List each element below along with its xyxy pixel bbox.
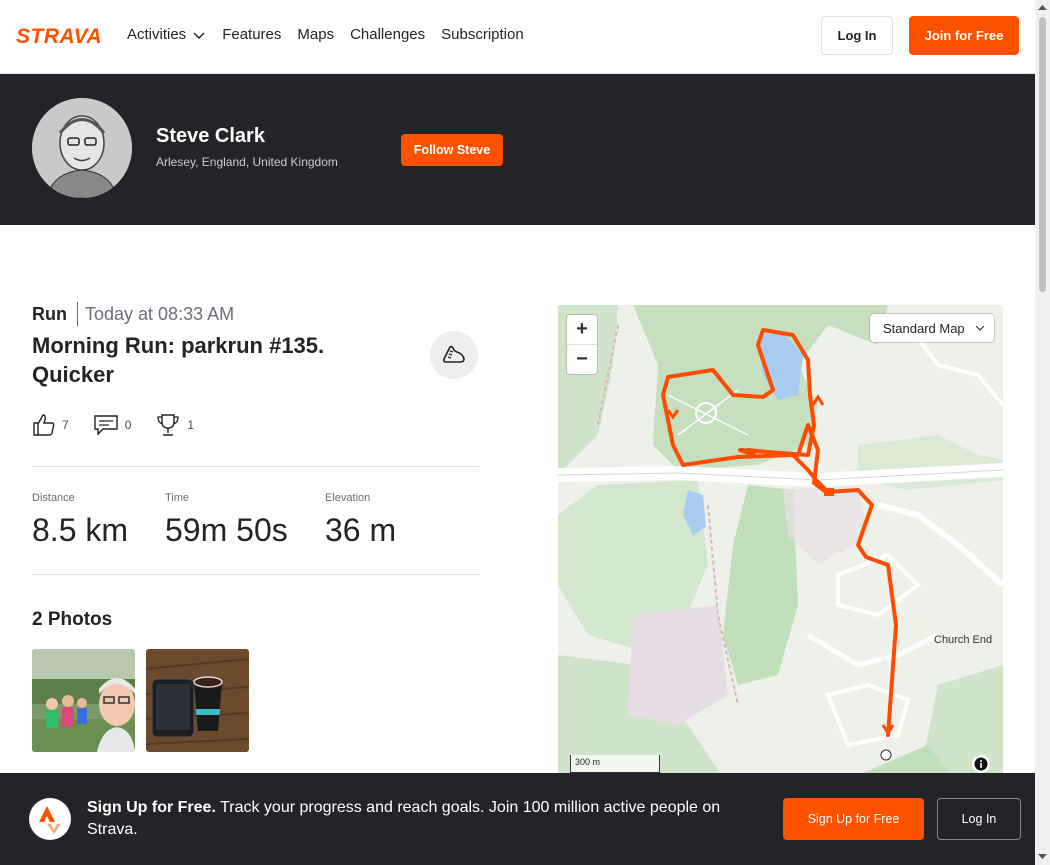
zoom-out-button[interactable]: − <box>567 345 597 374</box>
follow-button[interactable]: Follow Steve <box>401 134 503 166</box>
thumbs-up-icon <box>33 414 55 436</box>
stat-distance: Distance 8.5 km <box>32 492 128 549</box>
comment-count: 0 <box>124 418 132 432</box>
scrollbar[interactable] <box>1035 0 1050 865</box>
nav-item-label: Challenges <box>350 26 426 43</box>
avatar[interactable] <box>32 98 132 198</box>
login-button[interactable]: Log In <box>821 16 893 55</box>
signup-banner: Sign Up for Free. Track your progress an… <box>0 773 1035 865</box>
top-navigation: STRAVA Activities Features Maps Challeng… <box>0 0 1035 74</box>
nav-item-label: Features <box>222 26 282 43</box>
activity-time: Today at 08:33 AM <box>85 303 235 324</box>
activity-title: Morning Run: parkrun #135. Quicker <box>32 333 325 387</box>
athlete-location: Arlesey, England, United Kingdom <box>156 155 338 169</box>
map-canvas[interactable] <box>558 305 1003 785</box>
stat-label: Distance <box>32 492 75 504</box>
info-icon <box>974 757 988 771</box>
shoe-button[interactable] <box>430 331 478 379</box>
shoe-icon <box>442 345 465 363</box>
athlete-name[interactable]: Steve Clark <box>156 125 265 148</box>
photo-thumbnail[interactable] <box>32 649 135 752</box>
trophy-icon <box>157 414 180 436</box>
activity-meta: Run Today at 08:33 AM <box>32 302 234 326</box>
stat-label: Elevation <box>325 492 371 504</box>
zoom-control: + − <box>567 315 597 374</box>
nav-item-challenges[interactable]: Challenges <box>350 26 425 43</box>
signup-button[interactable]: Sign Up for Free <box>783 798 924 840</box>
divider <box>77 302 78 326</box>
nav-item-subscription[interactable]: Subscription <box>441 26 524 43</box>
divider <box>32 466 479 467</box>
comment-icon <box>93 415 118 436</box>
banner-headline: Sign Up for Free. <box>87 799 216 816</box>
social-stats: 7 0 1 <box>32 412 194 438</box>
divider <box>32 574 479 575</box>
comments[interactable]: 0 <box>93 413 132 437</box>
strava-logo-icon <box>29 798 71 840</box>
photo-thumbnail[interactable] <box>146 649 249 752</box>
chevron-down-icon <box>193 32 205 39</box>
nav-item-features[interactable]: Features <box>222 26 281 43</box>
stat-elevation: Elevation 36 m <box>325 492 396 549</box>
zoom-in-button[interactable]: + <box>567 315 597 344</box>
scroll-down-icon[interactable] <box>1038 853 1047 860</box>
banner-message: Sign Up for Free. Track your progress an… <box>87 797 757 841</box>
map-style-label: Standard Map <box>883 320 965 336</box>
achievements[interactable]: 1 <box>155 412 194 438</box>
nav-item-label: Maps <box>297 26 335 43</box>
photos-heading: 2 Photos <box>32 609 113 630</box>
banner-login-button[interactable]: Log In <box>937 798 1021 840</box>
stat-value: 36 m <box>325 512 397 548</box>
nav-menu: Activities Features Maps Challenges Subs… <box>127 26 524 43</box>
nav-item-label: Activities <box>127 26 187 43</box>
nav-item-label: Subscription <box>441 26 524 43</box>
stat-value: 59m 50s <box>165 512 288 548</box>
place-label: Church End <box>934 634 993 646</box>
sport-type: Run <box>32 303 67 324</box>
nav-item-activities[interactable]: Activities <box>127 26 206 43</box>
map-scale: 300 m <box>570 755 660 773</box>
athlete-header: Steve Clark Arlesey, England, United Kin… <box>0 74 1035 225</box>
route-map[interactable]: + − Standard Map Church End 300 m <box>558 305 1003 785</box>
nav-item-maps[interactable]: Maps <box>297 26 334 43</box>
chevron-down-icon <box>975 325 985 331</box>
strava-logo[interactable]: STRAVA <box>16 25 111 50</box>
stat-time: Time 59m 50s <box>165 492 288 549</box>
map-info-button[interactable] <box>972 755 990 773</box>
stat-label: Time <box>165 492 190 504</box>
map-style-select[interactable]: Standard Map <box>870 314 994 342</box>
achievement-count: 1 <box>187 418 195 432</box>
stat-value: 8.5 km <box>32 512 129 548</box>
kudos[interactable]: 7 <box>32 413 69 437</box>
svg-text:STRAVA: STRAVA <box>16 25 102 45</box>
scroll-thumb[interactable] <box>1039 17 1046 292</box>
scroll-up-icon[interactable] <box>1038 4 1047 11</box>
kudos-count: 7 <box>62 418 69 432</box>
join-button[interactable]: Join for Free <box>909 16 1019 55</box>
